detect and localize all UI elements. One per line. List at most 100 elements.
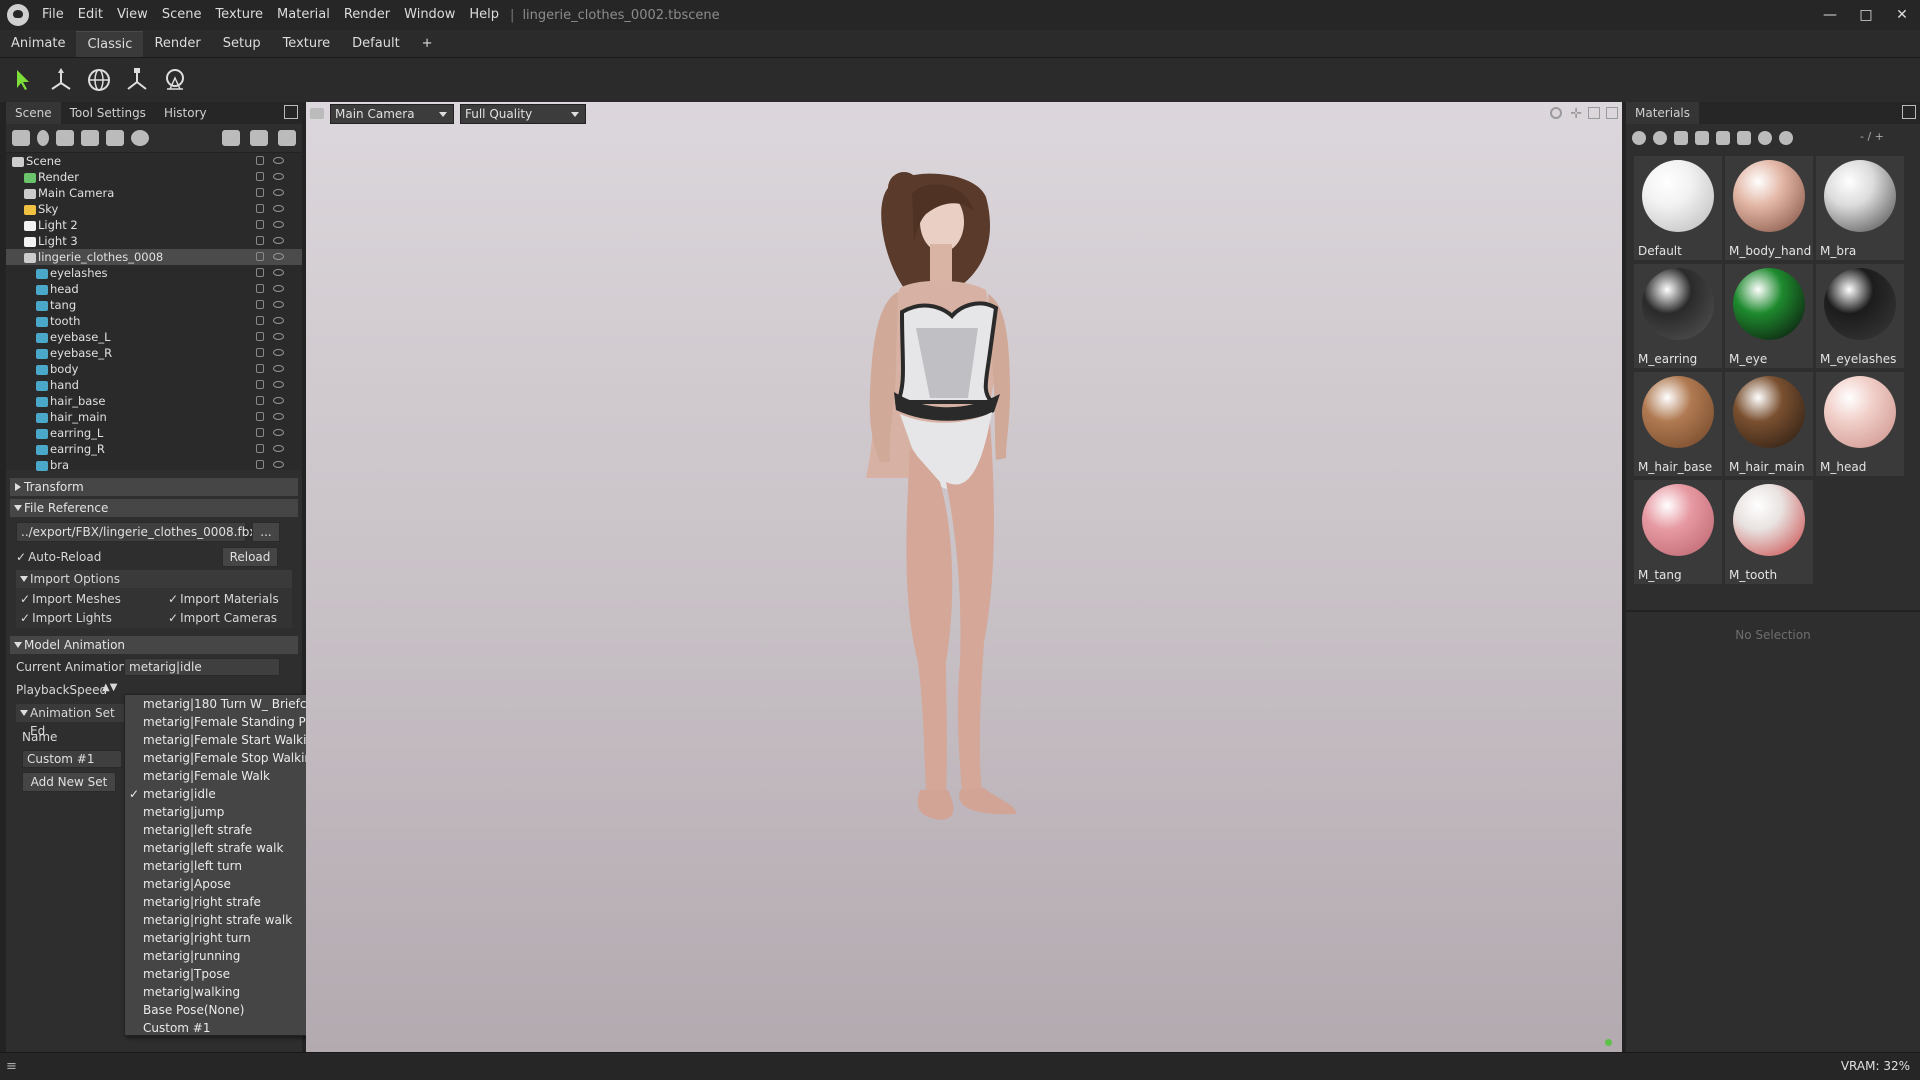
import-options-section[interactable]: Import Options xyxy=(16,570,292,588)
menu-window[interactable]: Window xyxy=(397,0,462,30)
close-icon[interactable]: ✕ xyxy=(1884,0,1920,30)
visibility-icon[interactable] xyxy=(273,445,284,452)
maximize-icon[interactable]: □ xyxy=(1848,0,1884,30)
menu-scene[interactable]: Scene xyxy=(155,0,209,30)
add-sky-icon[interactable] xyxy=(81,130,99,146)
lock-icon[interactable] xyxy=(256,268,264,277)
visibility-icon[interactable] xyxy=(273,365,284,372)
new-material-icon[interactable] xyxy=(1632,131,1646,145)
visibility-icon[interactable] xyxy=(273,429,284,436)
lock-icon[interactable] xyxy=(256,300,264,309)
add-shadow-catcher-icon[interactable] xyxy=(106,130,124,146)
animation-option[interactable]: metarig|Female Stop Walking xyxy=(125,749,320,767)
tab-setup[interactable]: Setup xyxy=(212,31,272,57)
visibility-icon[interactable] xyxy=(273,189,284,196)
add-light-icon[interactable] xyxy=(37,130,49,146)
menu-file[interactable]: File xyxy=(35,0,71,30)
tree-item[interactable]: hair_base xyxy=(6,393,302,409)
visibility-icon[interactable] xyxy=(273,461,284,468)
animation-option[interactable]: metarig|jump xyxy=(125,803,313,821)
folder-icon[interactable] xyxy=(222,130,240,146)
material-thumbnail[interactable]: M_earring xyxy=(1634,264,1722,368)
duplicate-material-icon[interactable] xyxy=(1653,131,1667,145)
tree-item[interactable]: earring_L xyxy=(6,425,302,441)
tree-item[interactable]: tang xyxy=(6,297,302,313)
reload-button[interactable]: Reload xyxy=(222,547,278,567)
visibility-icon[interactable] xyxy=(273,221,284,228)
model-animation-section[interactable]: Model Animation xyxy=(10,636,298,654)
lock-icon[interactable] xyxy=(256,284,264,293)
visibility-icon[interactable] xyxy=(273,253,284,260)
file-path-field[interactable]: ../export/FBX/lingerie_clothes_0008.fbx xyxy=(16,522,256,542)
animation-option[interactable]: metarig|right turn xyxy=(125,929,313,947)
tree-item[interactable]: lingerie_clothes_0008 xyxy=(6,249,302,265)
tab-animate[interactable]: Animate xyxy=(0,31,76,57)
console-icon[interactable]: ≡ xyxy=(6,1059,17,1074)
lock-icon[interactable] xyxy=(256,236,264,245)
add-object-icon[interactable] xyxy=(12,130,30,146)
add-fog-icon[interactable] xyxy=(131,130,149,146)
tree-item[interactable]: Main Camera xyxy=(6,185,302,201)
popout-icon[interactable] xyxy=(1902,105,1916,119)
browse-button[interactable]: ... xyxy=(252,522,280,542)
tree-item[interactable]: Light 2 xyxy=(6,217,302,233)
tab-history[interactable]: History xyxy=(155,102,216,124)
tree-item[interactable]: body xyxy=(6,361,302,377)
animation-option[interactable]: metarig|Female Start Walking xyxy=(125,731,322,749)
animation-option[interactable]: metarig|Apose xyxy=(125,875,313,893)
lock-icon[interactable] xyxy=(256,156,264,165)
tab-default[interactable]: Default xyxy=(341,31,411,57)
animation-option[interactable]: metarig|Tpose xyxy=(125,965,313,983)
lock-icon[interactable] xyxy=(256,316,264,325)
animation-option[interactable]: metarig|right strafe xyxy=(125,893,313,911)
lock-icon[interactable] xyxy=(256,428,264,437)
tree-item[interactable]: Render xyxy=(6,169,302,185)
add-tab-button[interactable]: + xyxy=(411,31,444,57)
visibility-icon[interactable] xyxy=(273,285,284,292)
animation-option[interactable]: metarig|walking xyxy=(125,983,313,1001)
tab-materials[interactable]: Materials xyxy=(1626,102,1700,124)
visibility-icon[interactable] xyxy=(273,269,284,276)
file-reference-section[interactable]: File Reference xyxy=(10,499,298,517)
animation-option[interactable]: metarig|180 Turn W_ Briefcase xyxy=(125,695,327,713)
move-tool-icon[interactable] xyxy=(46,65,76,95)
material-thumbnail[interactable]: M_head xyxy=(1816,372,1904,476)
animation-option[interactable]: metarig|left turn xyxy=(125,857,313,875)
3d-viewport[interactable]: Main Camera Full Quality ✛ xyxy=(306,102,1622,1052)
animation-option[interactable]: metarig|Female Walk xyxy=(125,767,313,785)
lock-icon[interactable] xyxy=(256,252,264,261)
lock-icon[interactable] xyxy=(256,220,264,229)
visibility-icon[interactable] xyxy=(273,317,284,324)
tab-tool-settings[interactable]: Tool Settings xyxy=(61,102,155,124)
sphere-preview-icon[interactable] xyxy=(1779,131,1793,145)
animation-option[interactable]: metarig|idle xyxy=(125,785,313,803)
import-meshes-checkbox[interactable]: Import Meshes xyxy=(20,592,121,606)
rotate-tool-icon[interactable] xyxy=(84,65,114,95)
popout-icon[interactable] xyxy=(284,105,298,119)
tree-item[interactable]: eyebase_L xyxy=(6,329,302,345)
material-thumbnail[interactable]: M_eyelashes xyxy=(1816,264,1904,368)
lock-icon[interactable] xyxy=(256,444,264,453)
add-new-set-button[interactable]: Add New Set xyxy=(22,772,116,792)
tree-item[interactable]: eyelashes xyxy=(6,265,302,281)
remove-unused-icon[interactable] xyxy=(1674,131,1688,145)
menu-view[interactable]: View xyxy=(110,0,155,30)
import-cameras-checkbox[interactable]: Import Cameras xyxy=(168,611,277,625)
material-thumbnail[interactable]: M_tang xyxy=(1634,480,1722,584)
delete-icon[interactable] xyxy=(1716,131,1730,145)
animation-option[interactable]: metarig|left strafe xyxy=(125,821,313,839)
visibility-icon[interactable] xyxy=(273,301,284,308)
duplicate-icon[interactable] xyxy=(250,130,268,146)
material-thumbnail[interactable]: M_tooth xyxy=(1725,480,1813,584)
delete-icon[interactable] xyxy=(278,130,296,146)
tree-item[interactable]: head xyxy=(6,281,302,297)
lock-icon[interactable] xyxy=(256,172,264,181)
material-thumbnail[interactable]: M_hair_main xyxy=(1725,372,1813,476)
add-camera-icon[interactable] xyxy=(56,130,74,146)
lock-icon[interactable] xyxy=(256,380,264,389)
menu-material[interactable]: Material xyxy=(270,0,337,30)
lock-icon[interactable] xyxy=(256,412,264,421)
visibility-icon[interactable] xyxy=(273,397,284,404)
visibility-icon[interactable] xyxy=(273,349,284,356)
visibility-icon[interactable] xyxy=(273,173,284,180)
